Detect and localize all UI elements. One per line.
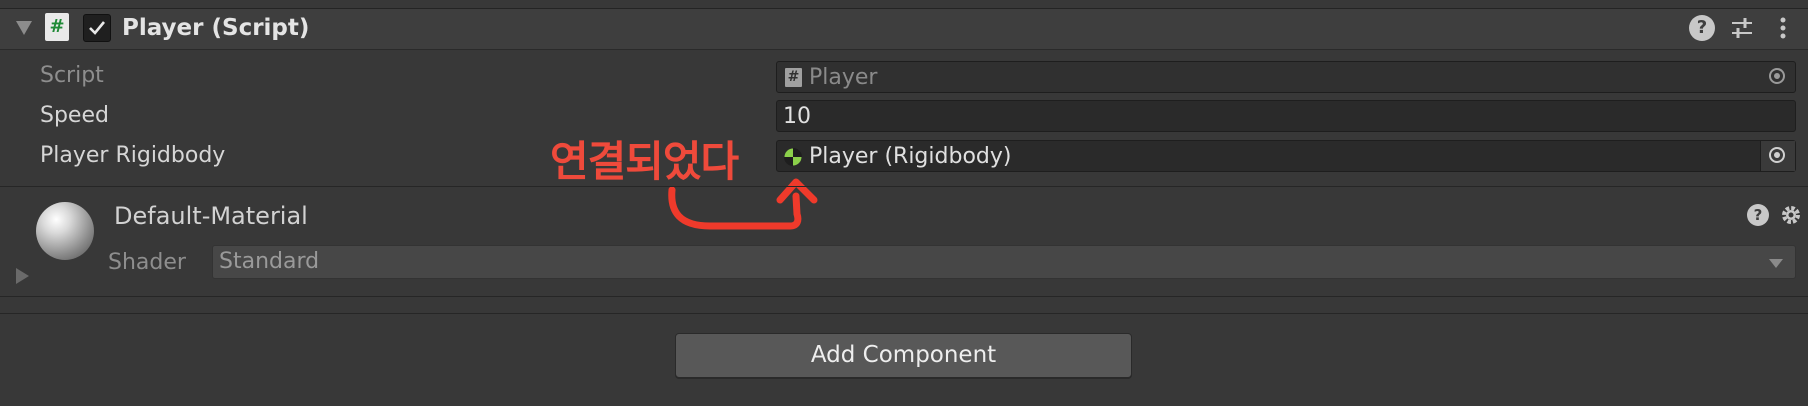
checkmark-icon bbox=[89, 21, 106, 35]
chevron-down-icon bbox=[1769, 259, 1783, 268]
script-label: Script bbox=[40, 63, 104, 88]
script-value: Player bbox=[809, 65, 878, 90]
section-divider bbox=[0, 296, 1808, 297]
script-hash-icon: # bbox=[785, 68, 802, 87]
shader-label: Shader bbox=[108, 250, 186, 275]
speed-value: 10 bbox=[783, 104, 811, 129]
player-rigidbody-label: Player Rigidbody bbox=[40, 143, 226, 168]
script-field[interactable]: # Player bbox=[776, 61, 1796, 93]
material-preview-sphere bbox=[36, 202, 94, 260]
material-foldout-icon[interactable] bbox=[16, 268, 29, 284]
section-divider bbox=[0, 313, 1808, 314]
component-enabled-checkbox[interactable] bbox=[83, 14, 111, 42]
rigidbody-icon bbox=[783, 147, 803, 167]
speed-input[interactable]: 10 bbox=[776, 100, 1796, 132]
object-picker-icon[interactable] bbox=[1760, 141, 1795, 171]
more-vert-icon[interactable] bbox=[1770, 15, 1796, 41]
inspector-top-divider bbox=[0, 0, 1808, 9]
shader-dropdown[interactable]: Standard bbox=[212, 245, 1796, 279]
annotation-arrow bbox=[668, 178, 818, 230]
speed-label: Speed bbox=[40, 103, 109, 128]
help-icon[interactable]: ? bbox=[1689, 15, 1715, 41]
gear-icon[interactable] bbox=[1779, 203, 1803, 227]
material-name: Default-Material bbox=[114, 202, 308, 230]
player-rigidbody-field[interactable]: Player (Rigidbody) bbox=[776, 140, 1796, 172]
foldout-expanded-icon[interactable] bbox=[16, 21, 32, 35]
component-divider bbox=[0, 186, 1808, 187]
material-help-icon[interactable]: ? bbox=[1747, 204, 1769, 226]
preset-sliders-icon[interactable] bbox=[1729, 15, 1755, 41]
component-title: Player (Script) bbox=[122, 15, 310, 41]
shader-value: Standard bbox=[219, 249, 320, 274]
script-hash-icon: # bbox=[45, 13, 69, 41]
add-component-button[interactable]: Add Component bbox=[675, 333, 1132, 378]
object-picker-icon[interactable] bbox=[1761, 62, 1795, 92]
player-rigidbody-value: Player (Rigidbody) bbox=[809, 144, 1012, 169]
component-header[interactable]: # Player (Script) ? bbox=[0, 9, 1808, 50]
